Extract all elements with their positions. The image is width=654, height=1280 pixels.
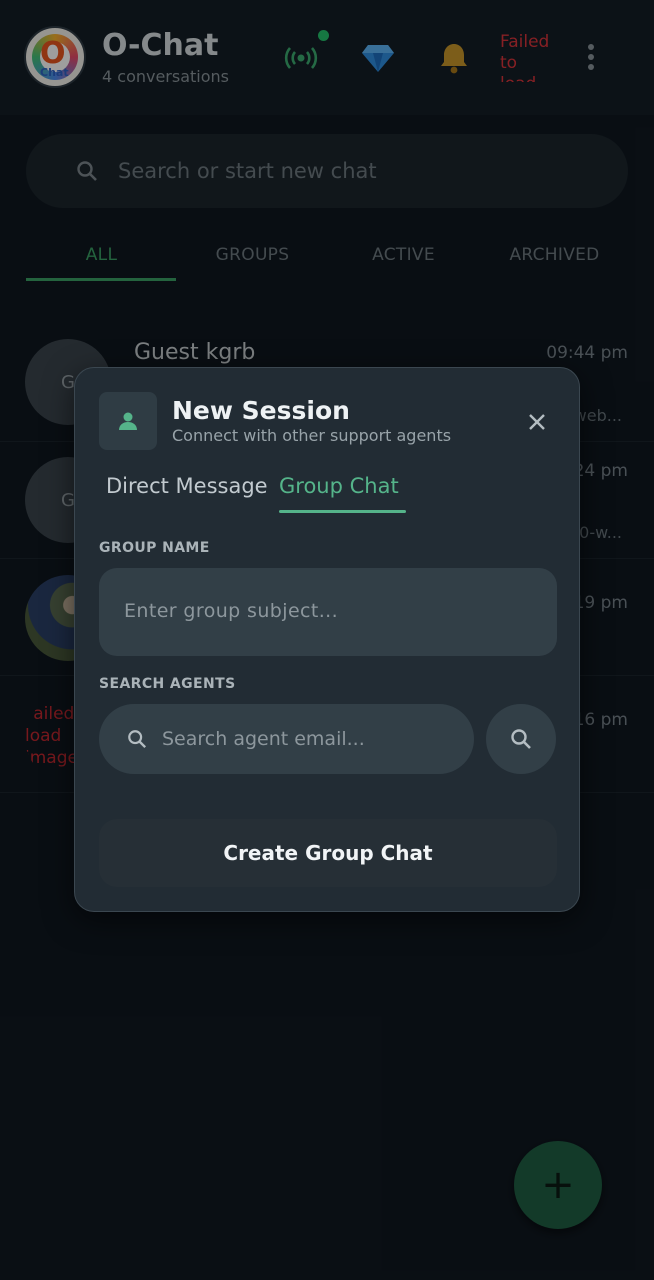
tab-indicator xyxy=(279,510,406,513)
group-name-field[interactable] xyxy=(99,568,557,656)
tab-group-chat[interactable]: Group Chat xyxy=(279,474,399,498)
group-name-label: GROUP NAME xyxy=(99,540,210,556)
agent-search-field[interactable] xyxy=(99,704,474,774)
agent-search-button[interactable] xyxy=(486,704,556,774)
new-session-dialog: New Session Connect with other support a… xyxy=(74,367,580,912)
dialog-title: New Session xyxy=(172,396,350,425)
search-icon xyxy=(511,729,531,749)
user-icon xyxy=(99,392,157,450)
search-agents-label: SEARCH AGENTS xyxy=(99,676,236,692)
group-name-input[interactable] xyxy=(124,594,534,628)
create-group-chat-button[interactable]: Create Group Chat xyxy=(99,819,557,887)
agent-search-input[interactable] xyxy=(162,722,452,756)
close-icon[interactable] xyxy=(523,408,551,436)
dialog-subtitle: Connect with other support agents xyxy=(172,426,452,445)
tab-direct-message[interactable]: Direct Message xyxy=(106,474,268,498)
search-icon xyxy=(128,730,147,749)
